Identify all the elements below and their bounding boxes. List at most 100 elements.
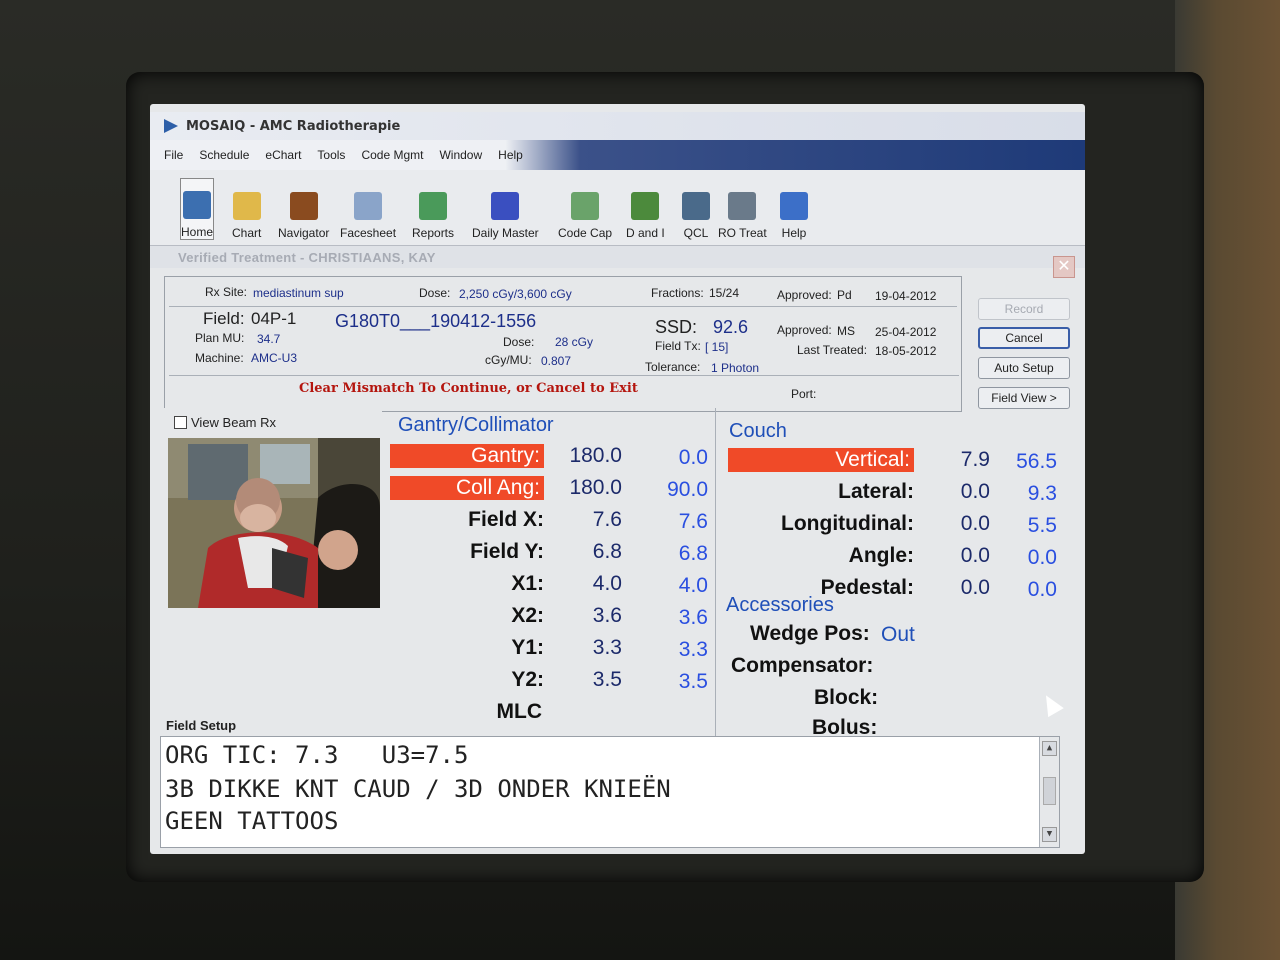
couch-row-label: Angle: bbox=[848, 544, 914, 567]
block-label: Block: bbox=[814, 686, 879, 709]
toolbar-button-label: Facesheet bbox=[340, 226, 397, 240]
rx-site-label: Rx Site: bbox=[205, 285, 248, 299]
couch-actual-value: 0.0 bbox=[960, 512, 990, 535]
menu-tools[interactable]: Tools bbox=[317, 148, 345, 162]
couch-actual-value: 0.0 bbox=[960, 544, 990, 567]
toolbar-button-label: Code Cap bbox=[558, 226, 613, 240]
gantry-actual-value: 4.0 bbox=[592, 572, 622, 595]
menu-schedule[interactable]: Schedule bbox=[199, 148, 249, 162]
field-label: Field: bbox=[203, 309, 245, 328]
couch-planned-value: 0.0 bbox=[1027, 546, 1057, 569]
gantry-row-label: Y1: bbox=[511, 636, 544, 659]
treatment-info-panel: Rx Site: mediastinum sup Dose: 2,250 cGy… bbox=[164, 276, 962, 412]
toolbar-d-and-i-button[interactable]: D and I bbox=[626, 178, 665, 240]
pin-icon bbox=[571, 192, 600, 220]
gantry-actual-value: 3.3 bbox=[592, 636, 622, 659]
wedge-label: Wedge Pos: bbox=[750, 622, 870, 645]
gantry-actual-value: 3.6 bbox=[592, 604, 622, 627]
report-icon bbox=[419, 192, 448, 220]
gantry-planned-value: 0.0 bbox=[678, 446, 708, 469]
gantry-actual-value: 6.8 bbox=[592, 540, 622, 563]
note-line: ORG TIC: 7.3 U3=7.5 bbox=[165, 741, 469, 769]
toolbar-qcl-button[interactable]: QCL bbox=[682, 178, 710, 240]
toolbar-ro-treat-button[interactable]: RO Treat bbox=[718, 178, 767, 240]
cancel-button[interactable]: Cancel bbox=[978, 327, 1070, 349]
folder-icon bbox=[232, 192, 261, 220]
couch-row-label: Vertical: bbox=[728, 448, 914, 472]
couch-row-label: Longitudinal: bbox=[781, 512, 914, 535]
plan-mu-label: Plan MU: bbox=[195, 331, 245, 345]
checklist-icon bbox=[682, 192, 710, 220]
gantry-actual-value: 7.6 bbox=[592, 508, 622, 531]
couch-actual-value: 7.9 bbox=[960, 448, 990, 471]
toolbar-reports-button[interactable]: Reports bbox=[412, 178, 454, 240]
approved1-label: Approved: bbox=[777, 288, 832, 302]
patient-photo bbox=[168, 438, 380, 608]
couch-row-label: Lateral: bbox=[838, 480, 914, 503]
scroll-thumb[interactable] bbox=[1043, 777, 1056, 805]
calendar-icon bbox=[491, 192, 520, 220]
view-beam-rx-checkbox[interactable] bbox=[174, 416, 187, 429]
gantry-actual-value: 3.5 bbox=[592, 668, 622, 691]
title-bar: MOSAIQ - AMC Radiotherapie bbox=[150, 112, 1085, 140]
app-icon bbox=[164, 119, 178, 133]
approved1-date: 19-04-2012 bbox=[875, 289, 937, 303]
auto-setup-button[interactable]: Auto Setup bbox=[978, 357, 1070, 379]
gantry-row-label: Field X: bbox=[468, 508, 544, 531]
menu-window[interactable]: Window bbox=[439, 148, 482, 162]
document-icon bbox=[354, 192, 383, 220]
accessories-title: Accessories bbox=[726, 594, 834, 616]
dose-value: 2,250 cGy/3,600 cGy bbox=[459, 287, 572, 301]
toolbar-daily-master-button[interactable]: Daily Master bbox=[472, 178, 539, 240]
menu-file[interactable]: File bbox=[164, 148, 183, 162]
toolbar-button-label: Navigator bbox=[278, 226, 330, 240]
gantry-row-label: X1: bbox=[511, 572, 544, 595]
toolbar-chart-button[interactable]: Chart bbox=[232, 178, 261, 240]
scroll-down-icon[interactable]: ▼ bbox=[1042, 827, 1057, 842]
gantry-actual-value: 180.0 bbox=[569, 444, 622, 467]
tolerance-value: 1 Photon bbox=[711, 361, 760, 375]
notes-scrollbar[interactable]: ▲ ▼ bbox=[1039, 737, 1059, 847]
gantry-actual-value: 180.0 bbox=[569, 476, 622, 499]
plan-mu-value: 34.7 bbox=[257, 332, 281, 346]
gantry-planned-value: 4.0 bbox=[678, 574, 708, 597]
screen: MOSAIQ - AMC Radiotherapie File Schedule… bbox=[150, 104, 1085, 854]
couch-actual-value: 0.0 bbox=[960, 576, 990, 599]
gantry-planned-value: 90.0 bbox=[667, 478, 708, 501]
help-icon bbox=[780, 192, 808, 220]
port-label: Port: bbox=[791, 387, 817, 401]
approved2-label: Approved: bbox=[777, 323, 832, 337]
gantry-row-label: Gantry: bbox=[390, 444, 544, 468]
toolbar-button-label: QCL bbox=[683, 226, 709, 240]
close-icon[interactable]: ✕ bbox=[1053, 256, 1075, 278]
wedge-value: Out bbox=[881, 623, 915, 646]
toolbar-button-label: D and I bbox=[626, 226, 665, 240]
menu-code-mgmt[interactable]: Code Mgmt bbox=[361, 148, 423, 162]
compass-icon bbox=[289, 192, 318, 220]
couch-planned-value: 56.5 bbox=[1016, 450, 1057, 473]
window-title: MOSAIQ - AMC Radiotherapie bbox=[186, 118, 401, 134]
home-icon bbox=[183, 191, 211, 219]
toolbar-button-label: Chart bbox=[232, 226, 262, 240]
subwindow-title: Verified Treatment - CHRISTIAANS, KAY bbox=[178, 249, 436, 265]
field-value: 04P-1 bbox=[251, 309, 297, 328]
cgy-mu-value: 0.807 bbox=[541, 354, 572, 368]
gantry-row-label: Y2: bbox=[511, 668, 544, 691]
scroll-up-icon[interactable]: ▲ bbox=[1042, 741, 1057, 756]
toolbar-navigator-button[interactable]: Navigator bbox=[278, 178, 329, 240]
menu-echart[interactable]: eChart bbox=[265, 148, 301, 162]
toolbar-facesheet-button[interactable]: Facesheet bbox=[340, 178, 396, 240]
setup-notes[interactable]: ORG TIC: 7.3 U3=7.5 3B DIKKE KNT CAUD / … bbox=[160, 736, 1060, 848]
record-button[interactable]: Record bbox=[978, 298, 1070, 320]
toolbar-home-button[interactable]: Home bbox=[180, 178, 215, 240]
field-dose-label: Dose: bbox=[503, 335, 535, 349]
note-line: 3B DIKKE KNT CAUD / 3D ONDER KNIEËN bbox=[165, 775, 671, 803]
field-view-button[interactable]: Field View > bbox=[978, 387, 1070, 409]
gantry-row-label: X2: bbox=[511, 604, 544, 627]
gantry-planned-value: 7.6 bbox=[678, 510, 708, 533]
field-id: G180T0___190412-1556 bbox=[335, 311, 537, 331]
fractions-value: 15/24 bbox=[709, 286, 740, 300]
menu-help[interactable]: Help bbox=[498, 148, 523, 162]
toolbar-help-button[interactable]: Help bbox=[780, 178, 808, 240]
toolbar-code-cap-button[interactable]: Code Cap bbox=[558, 178, 612, 240]
